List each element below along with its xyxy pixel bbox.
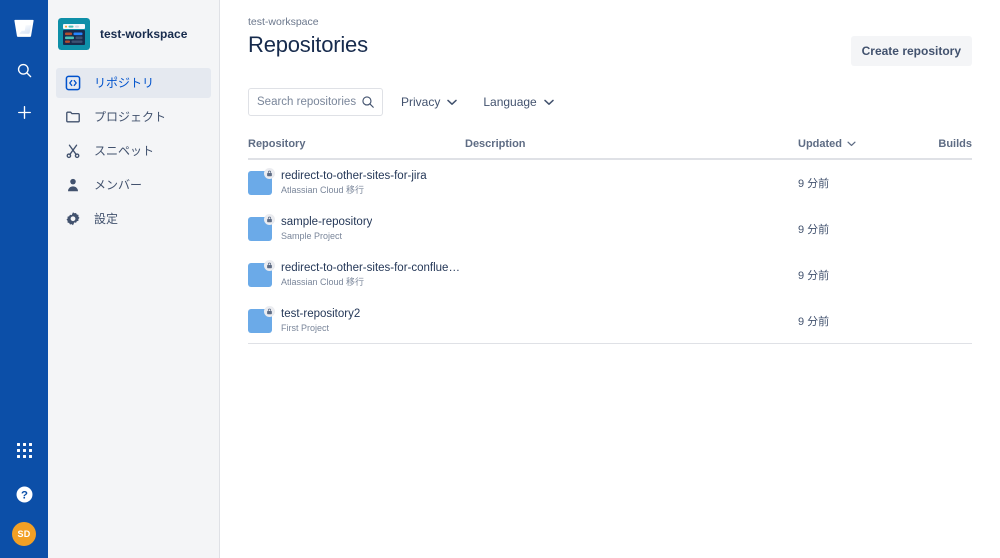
repository-project: Atlassian Cloud 移行 bbox=[281, 185, 365, 195]
repository-cell[interactable]: redirect-to-other-sites-for-jira Atlassia… bbox=[248, 168, 465, 197]
table-row[interactable]: sample-repository Sample Project 9 分前 bbox=[248, 206, 972, 252]
workspace-sidebar: test-workspace リポジトリ プロジェクト スニペット メンバー 設… bbox=[48, 0, 220, 558]
app-switcher-icon[interactable] bbox=[8, 434, 40, 466]
sidebar-item-settings[interactable]: 設定 bbox=[56, 204, 211, 234]
workspace-name: test-workspace bbox=[100, 27, 188, 41]
svg-text:?: ? bbox=[21, 489, 28, 501]
repository-text: redirect-to-other-sites-for-jira Atlassia… bbox=[281, 169, 427, 197]
lock-icon bbox=[264, 214, 275, 225]
rail-bottom-group: ? SD bbox=[8, 434, 40, 558]
create-repository-button[interactable]: Create repository bbox=[850, 36, 972, 66]
scissors-icon bbox=[64, 142, 82, 160]
help-icon[interactable]: ? bbox=[8, 478, 40, 510]
column-header-description[interactable]: Description bbox=[465, 138, 798, 150]
column-label: Repository bbox=[248, 138, 306, 150]
sidebar-item-repositories[interactable]: リポジトリ bbox=[56, 68, 211, 98]
column-label: Description bbox=[465, 138, 526, 150]
privacy-filter-dropdown[interactable]: Privacy bbox=[393, 89, 465, 115]
table-body: redirect-to-other-sites-for-jira Atlassia… bbox=[248, 160, 972, 344]
avatar[interactable]: SD bbox=[12, 522, 36, 546]
sort-descending-icon bbox=[847, 138, 856, 150]
sidebar-item-label: プロジェクト bbox=[94, 110, 167, 124]
repository-cell[interactable]: sample-repository Sample Project bbox=[248, 214, 465, 243]
folder-icon bbox=[64, 108, 82, 126]
breadcrumb[interactable]: test-workspace bbox=[248, 16, 972, 28]
language-filter-label: Language bbox=[483, 95, 537, 109]
repository-text: test-repository2 First Project bbox=[281, 307, 360, 335]
create-icon[interactable] bbox=[8, 96, 40, 128]
gear-icon bbox=[64, 210, 82, 228]
column-header-builds[interactable]: Builds bbox=[928, 138, 972, 150]
repository-avatar bbox=[248, 214, 275, 241]
repository-cell[interactable]: test-repository2 First Project bbox=[248, 305, 465, 335]
repository-name[interactable]: redirect-to-other-sites-for-jira bbox=[281, 169, 427, 183]
sidebar-item-projects[interactable]: プロジェクト bbox=[56, 102, 211, 132]
column-header-updated[interactable]: Updated bbox=[798, 138, 928, 150]
repository-avatar bbox=[248, 260, 275, 287]
updated-cell: 9 分前 bbox=[798, 224, 830, 236]
repository-text: redirect-to-other-sites-for-conflue… Atla… bbox=[281, 261, 460, 289]
updated-cell: 9 分前 bbox=[798, 270, 830, 282]
repository-avatar bbox=[248, 305, 275, 333]
chevron-down-icon bbox=[447, 95, 458, 109]
repository-cell[interactable]: redirect-to-other-sites-for-conflue… Atla… bbox=[248, 260, 465, 289]
table-row[interactable]: test-repository2 First Project 9 分前 bbox=[248, 298, 972, 344]
column-label: Builds bbox=[938, 138, 972, 150]
sidebar-item-label: メンバー bbox=[94, 178, 143, 192]
repositories-table: Repository Description Updated Builds re… bbox=[248, 138, 972, 344]
updated-cell: 9 分前 bbox=[798, 315, 830, 328]
sidebar-nav: リポジトリ プロジェクト スニペット メンバー 設定 bbox=[48, 68, 219, 234]
filter-bar: Privacy Language bbox=[248, 88, 972, 116]
bitbucket-logo-icon[interactable] bbox=[8, 12, 40, 44]
repository-avatar bbox=[248, 168, 275, 195]
product-rail: ? SD bbox=[0, 0, 48, 558]
title-row: Repositories Create repository bbox=[248, 32, 972, 66]
column-header-repository[interactable]: Repository bbox=[248, 138, 465, 150]
search-repositories-box[interactable] bbox=[248, 88, 383, 116]
updated-cell: 9 分前 bbox=[798, 178, 830, 190]
lock-icon bbox=[264, 260, 275, 271]
person-icon bbox=[64, 176, 82, 194]
sidebar-item-members[interactable]: メンバー bbox=[56, 170, 211, 200]
app-window: ? SD test-workspace リポジトリ プロジェクト スニペット メ… bbox=[0, 0, 1000, 558]
chevron-down-icon bbox=[543, 95, 554, 109]
table-row[interactable]: redirect-to-other-sites-for-conflue… Atla… bbox=[248, 252, 972, 298]
search-icon[interactable] bbox=[8, 54, 40, 86]
repository-name[interactable]: sample-repository bbox=[281, 215, 372, 229]
column-label: Updated bbox=[798, 138, 842, 150]
workspace-header[interactable]: test-workspace bbox=[48, 14, 219, 50]
repository-project: First Project bbox=[281, 322, 330, 333]
table-row[interactable]: redirect-to-other-sites-for-jira Atlassia… bbox=[248, 160, 972, 206]
repository-name[interactable]: redirect-to-other-sites-for-conflue… bbox=[281, 261, 460, 275]
sidebar-item-label: 設定 bbox=[94, 212, 119, 226]
page-title: Repositories bbox=[248, 32, 368, 57]
repository-icon bbox=[64, 74, 82, 92]
language-filter-dropdown[interactable]: Language bbox=[475, 89, 561, 115]
rail-top-group bbox=[8, 0, 40, 128]
search-input[interactable] bbox=[249, 89, 382, 115]
repository-name[interactable]: test-repository2 bbox=[281, 307, 360, 321]
repository-project: Sample Project bbox=[281, 231, 343, 241]
lock-icon bbox=[264, 168, 275, 179]
main-content: test-workspace Repositories Create repos… bbox=[220, 0, 1000, 558]
lock-icon bbox=[264, 305, 275, 317]
sidebar-item-label: リポジトリ bbox=[94, 76, 155, 90]
repository-text: sample-repository Sample Project bbox=[281, 215, 372, 243]
table-header-row: Repository Description Updated Builds bbox=[248, 138, 972, 160]
privacy-filter-label: Privacy bbox=[401, 95, 441, 109]
sidebar-item-label: スニペット bbox=[94, 144, 155, 158]
repository-project: Atlassian Cloud 移行 bbox=[281, 277, 365, 287]
sidebar-item-snippets[interactable]: スニペット bbox=[56, 136, 211, 166]
workspace-avatar bbox=[58, 18, 90, 50]
